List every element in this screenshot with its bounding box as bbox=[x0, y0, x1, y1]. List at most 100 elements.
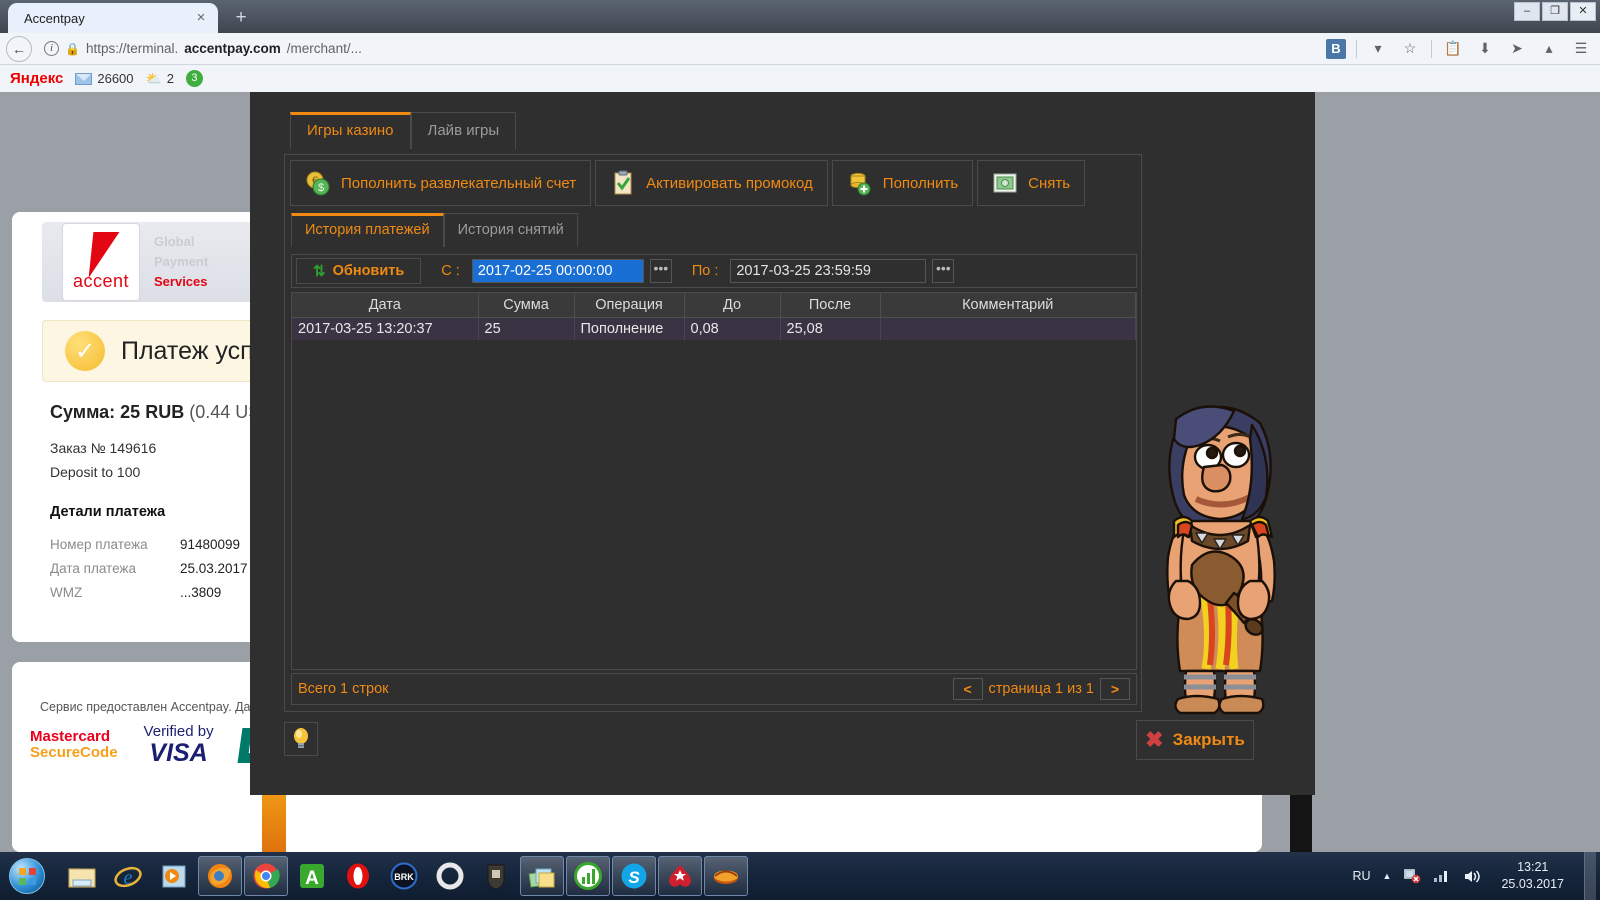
column-header-comment[interactable]: Комментарий bbox=[880, 293, 1136, 318]
taskbar-item-media-player[interactable] bbox=[152, 856, 196, 896]
next-page-button[interactable]: > bbox=[1100, 678, 1130, 700]
taskbar-item-firefox[interactable] bbox=[198, 856, 242, 896]
back-button[interactable]: ← bbox=[6, 35, 32, 62]
tab-casino-games[interactable]: Игры казино bbox=[290, 112, 411, 149]
column-header-operation[interactable]: Операция bbox=[574, 293, 685, 318]
red-x-icon: ✖ bbox=[1145, 727, 1164, 752]
firefox-icon bbox=[208, 864, 232, 888]
tab-live-games[interactable]: Лайв игры bbox=[410, 112, 517, 149]
taskbar-item-opera[interactable] bbox=[336, 856, 380, 896]
tab-withdrawal-history[interactable]: История снятий bbox=[443, 213, 578, 247]
opera-ring-icon bbox=[436, 862, 464, 890]
volume-icon[interactable] bbox=[1463, 869, 1481, 884]
maximize-button[interactable]: ❐ bbox=[1542, 2, 1568, 21]
amigo-a-icon: A bbox=[300, 864, 324, 889]
new-tab-button[interactable]: + bbox=[228, 6, 254, 30]
mastercard-securecode-logo: Mastercard SecureCode bbox=[30, 728, 118, 761]
page-info-icon[interactable]: i bbox=[44, 41, 59, 56]
media-player-icon bbox=[162, 865, 186, 888]
activate-promocode-button[interactable]: Активировать промокод bbox=[595, 160, 828, 206]
skype-icon: S bbox=[621, 863, 647, 889]
taskbar-item-world-of-tanks[interactable] bbox=[474, 856, 518, 896]
taskbar-item-stats[interactable] bbox=[566, 856, 610, 896]
taskbar-item-brk[interactable]: BRK bbox=[382, 856, 426, 896]
prev-page-button[interactable]: < bbox=[952, 678, 983, 700]
hint-button[interactable] bbox=[284, 722, 318, 756]
menu-icon[interactable]: ☰ bbox=[1570, 38, 1592, 60]
chevron-down-icon[interactable]: ▾ bbox=[1367, 38, 1389, 60]
coins-plus-icon bbox=[850, 172, 871, 196]
collapse-icon[interactable]: ▴ bbox=[1538, 38, 1560, 60]
tab-payment-history[interactable]: История платежей bbox=[291, 213, 444, 247]
network-icon[interactable] bbox=[1403, 868, 1421, 884]
bookmark-yandex[interactable]: Яндекс bbox=[10, 70, 63, 87]
taskbar-item-betinhell[interactable] bbox=[704, 856, 748, 896]
column-header-amount[interactable]: Сумма bbox=[478, 293, 575, 318]
withdraw-button[interactable]: Снять bbox=[977, 160, 1086, 206]
column-header-before[interactable]: До bbox=[684, 293, 781, 318]
detail-row-payment-date: Дата платежа 25.03.2017 1 bbox=[50, 561, 259, 576]
weather-temp: 2 bbox=[166, 71, 174, 86]
taskbar-items: e A BRK S bbox=[60, 856, 748, 896]
cashier-panel: € $ Пополнить развлекательный счет Актив… bbox=[284, 154, 1142, 712]
verified-by-visa-logo: Verified by VISA bbox=[144, 724, 214, 766]
signal-icon[interactable] bbox=[1433, 869, 1451, 883]
language-indicator[interactable]: RU bbox=[1352, 869, 1370, 883]
start-button[interactable] bbox=[0, 854, 54, 898]
tab-title: Accentpay bbox=[24, 10, 85, 26]
browser-tab[interactable]: Accentpay × bbox=[8, 3, 218, 33]
deposit-button[interactable]: Пополнить bbox=[831, 160, 974, 206]
column-header-date[interactable]: Дата bbox=[292, 293, 479, 318]
close-dialog-button[interactable]: ✖ Закрыть bbox=[1136, 720, 1254, 760]
flame-icon bbox=[714, 870, 738, 884]
taskbar-item-skype[interactable]: S bbox=[612, 856, 656, 896]
download-icon[interactable]: ⬇ bbox=[1474, 38, 1496, 60]
url-path: /merchant/... bbox=[286, 41, 362, 56]
window-close-button[interactable]: ✕ bbox=[1570, 2, 1596, 21]
taskbar-item-internet-explorer[interactable]: e bbox=[106, 856, 150, 896]
cell-before: 0,08 bbox=[684, 317, 781, 340]
show-hidden-icons[interactable]: ▲ bbox=[1383, 871, 1392, 881]
mail-icon bbox=[75, 72, 93, 85]
url-input[interactable]: i 🔒 https://terminal. accentpay.com/merch… bbox=[36, 37, 1322, 61]
date-from-input[interactable]: 2017-02-25 00:00:00 bbox=[471, 259, 644, 283]
bookmark-weather[interactable]: ⛅ 2 bbox=[146, 71, 174, 87]
bookmark-notifications[interactable]: 3 bbox=[185, 70, 203, 87]
caveman-mascot bbox=[1166, 405, 1276, 715]
clipboard-icon[interactable]: 📋 bbox=[1442, 38, 1464, 60]
column-header-after[interactable]: После bbox=[780, 293, 881, 318]
cell-comment bbox=[880, 317, 1136, 340]
vk-icon[interactable]: B bbox=[1326, 38, 1346, 59]
taskbar-item-chrome[interactable] bbox=[244, 856, 288, 896]
refresh-label: Обновить bbox=[332, 263, 405, 279]
date-to-input[interactable]: 2017-03-25 23:59:59 bbox=[730, 259, 927, 283]
pokerstars-icon bbox=[669, 865, 691, 887]
windows-orb-icon bbox=[9, 858, 45, 894]
taskbar-item-amigo[interactable]: A bbox=[290, 856, 334, 896]
clock[interactable]: 13:21 25.03.2017 bbox=[1493, 859, 1572, 893]
refresh-button[interactable]: ⇅ Обновить bbox=[296, 258, 422, 284]
taskbar-item-explorer[interactable] bbox=[60, 856, 104, 896]
wot-icon bbox=[487, 864, 505, 890]
bookmark-mail[interactable]: 26600 bbox=[75, 71, 134, 86]
table-row[interactable]: 2017-03-25 13:20:37 25 Пополнение 0,08 2… bbox=[292, 317, 1136, 340]
date-to-picker-button[interactable]: ••• bbox=[932, 259, 955, 283]
date-from-picker-button[interactable]: ••• bbox=[649, 259, 672, 283]
system-tray: RU ▲ 13:21 25.03.2017 bbox=[1352, 852, 1600, 900]
taskbar-item-notes[interactable] bbox=[520, 856, 564, 896]
tab-strip: Accentpay × + – ❐ ✕ bbox=[0, 0, 1600, 33]
bookmark-star-icon[interactable]: ☆ bbox=[1399, 38, 1421, 60]
show-desktop-button[interactable] bbox=[1584, 852, 1596, 900]
visa-label: VISA bbox=[149, 738, 208, 767]
send-icon[interactable]: ➤ bbox=[1506, 38, 1528, 60]
top-up-entertainment-account-button[interactable]: € $ Пополнить развлекательный счет bbox=[290, 160, 592, 206]
weather-icon: ⛅ bbox=[145, 70, 162, 86]
minimize-button[interactable]: – bbox=[1514, 2, 1540, 21]
taskbar-item-pokerstars[interactable] bbox=[658, 856, 702, 896]
accent-logo-word: accent bbox=[72, 271, 130, 291]
accent-logo: accent bbox=[62, 223, 140, 301]
amount-line: Сумма: 25 RUB (0.44 USD) bbox=[50, 402, 279, 423]
svg-text:A: A bbox=[305, 868, 319, 889]
taskbar-item-opera-neon[interactable] bbox=[428, 856, 472, 896]
close-icon[interactable]: × bbox=[192, 9, 210, 27]
